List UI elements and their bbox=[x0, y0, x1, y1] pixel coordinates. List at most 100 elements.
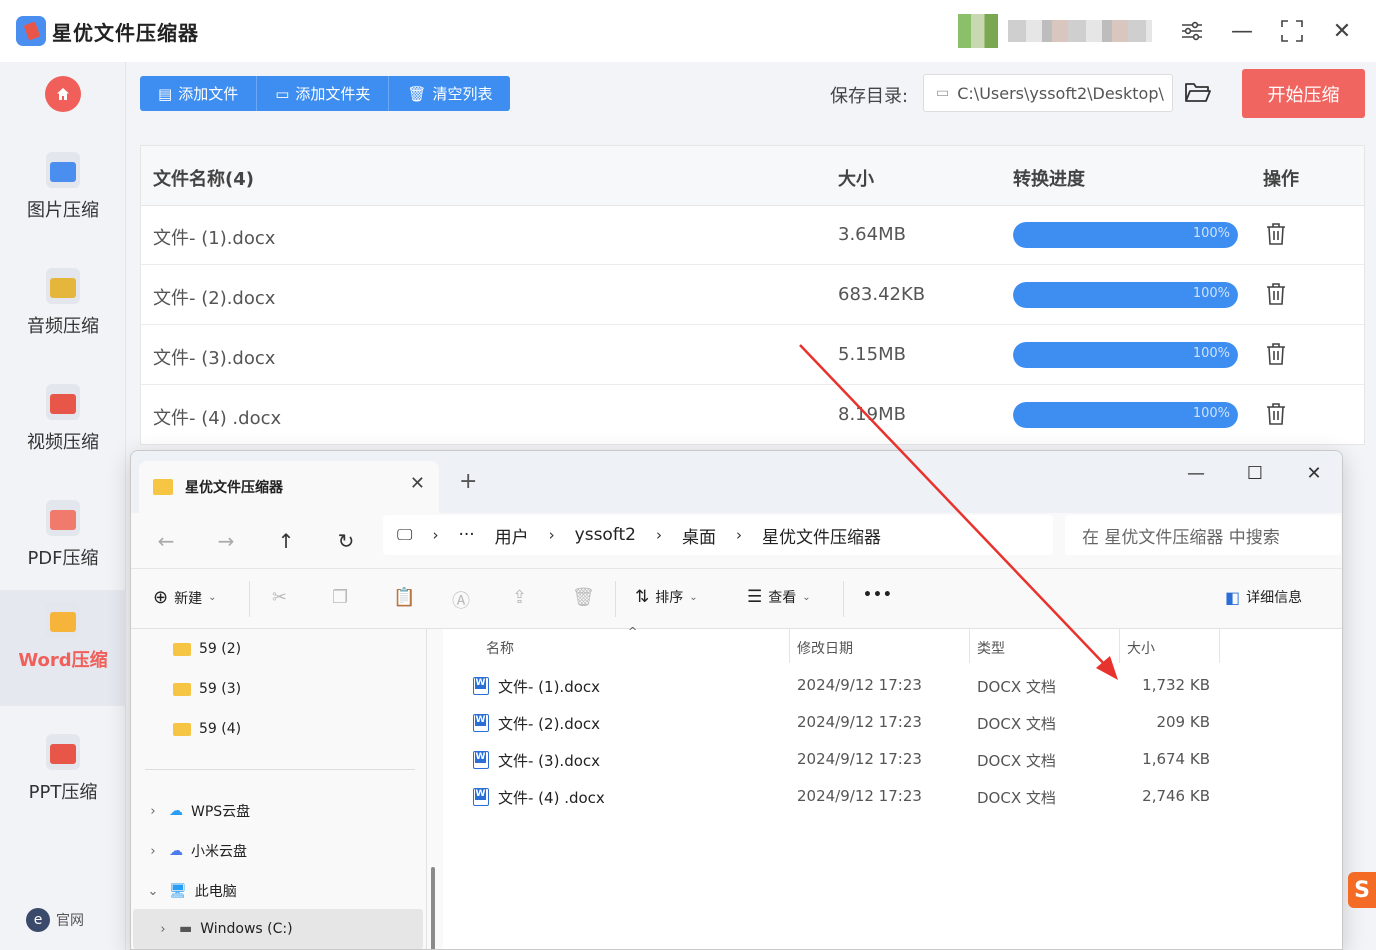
sidebar-item-image[interactable]: 图片压缩 bbox=[0, 140, 126, 256]
up-icon[interactable]: ↑ bbox=[271, 527, 301, 555]
app-logo-icon bbox=[16, 16, 46, 46]
back-icon[interactable]: ← bbox=[151, 527, 181, 555]
tree-item-label: 小米云盘 bbox=[191, 844, 247, 860]
sliders-icon[interactable] bbox=[1177, 16, 1207, 46]
forward-icon[interactable]: → bbox=[211, 527, 241, 555]
tree-item-drive-c[interactable]: › ▬ Windows (C:) bbox=[155, 921, 292, 937]
list-item[interactable]: 文件- (2).docx 2024/9/12 17:23 DOCX 文档 209… bbox=[443, 704, 1342, 741]
copy-icon[interactable]: ❐ bbox=[332, 587, 348, 608]
delete-icon[interactable] bbox=[1265, 222, 1287, 246]
list-item[interactable]: 文件- (1).docx 2024/9/12 17:23 DOCX 文档 1,7… bbox=[443, 667, 1342, 704]
list-item[interactable]: 文件- (4) .docx 2024/9/12 17:23 DOCX 文档 2,… bbox=[443, 778, 1342, 815]
list-item[interactable]: 文件- (3).docx 2024/9/12 17:23 DOCX 文档 1,6… bbox=[443, 741, 1342, 778]
explorer-search-input[interactable]: 在 星优文件压缩器 中搜索 bbox=[1065, 515, 1341, 555]
column-separator bbox=[969, 629, 970, 663]
divider bbox=[249, 581, 250, 617]
rename-icon[interactable]: Ⓐ bbox=[452, 587, 470, 613]
divider bbox=[843, 581, 844, 617]
col-size-header[interactable]: 大小 bbox=[1127, 638, 1155, 658]
breadcrumb-current[interactable]: 星优文件压缩器 bbox=[762, 523, 881, 548]
delete-icon[interactable] bbox=[1265, 342, 1287, 366]
share-icon[interactable]: ⇪ bbox=[512, 587, 527, 608]
breadcrumb-yssoft2[interactable]: yssoft2 bbox=[575, 525, 636, 545]
sidebar-item-pdf[interactable]: PDF压缩 bbox=[0, 488, 126, 604]
chevron-down-icon[interactable]: ⌄ bbox=[145, 884, 161, 899]
cloud-icon: ☁ bbox=[169, 843, 183, 859]
delete-icon[interactable] bbox=[1265, 282, 1287, 306]
tree-item-this-pc[interactable]: ⌄ 🖥 此电脑 bbox=[145, 881, 237, 901]
close-button[interactable]: ✕ bbox=[1327, 16, 1357, 46]
new-button[interactable]: ⊕ 新建 ⌄ bbox=[153, 587, 216, 608]
add-folder-button[interactable]: ▭ 添加文件夹 bbox=[257, 76, 390, 111]
explorer-minimize-button[interactable]: — bbox=[1181, 459, 1211, 487]
tree-item-label: 59 (2) bbox=[199, 641, 242, 657]
tree-item-mi-cloud[interactable]: › ☁ 小米云盘 bbox=[145, 841, 247, 861]
tree-item-wps-cloud[interactable]: › ☁ WPS云盘 bbox=[145, 801, 250, 821]
add-file-button[interactable]: ▤ 添加文件 bbox=[140, 76, 258, 111]
file-explorer-window: 星优文件压缩器 ✕ + — ☐ ✕ ← → ↑ ↻ 🖵 › ··· 用户 › y… bbox=[130, 450, 1343, 950]
sidebar-item-word[interactable]: Word压缩 bbox=[0, 590, 126, 706]
chevron-right-icon[interactable]: › bbox=[145, 844, 161, 859]
breadcrumb-users[interactable]: 用户 bbox=[495, 523, 529, 548]
table-row: 文件- (2).docx 683.42KB 100% bbox=[141, 265, 1364, 325]
tree-item-folder[interactable]: 59 (3) bbox=[173, 681, 241, 697]
close-tab-icon[interactable]: ✕ bbox=[410, 473, 425, 494]
nav-scrollbar[interactable] bbox=[431, 867, 435, 949]
breadcrumb-separator: › bbox=[548, 526, 555, 544]
sort-button[interactable]: ⇅ 排序 ⌄ bbox=[635, 587, 698, 607]
start-compress-button[interactable]: 开始压缩 bbox=[1242, 69, 1365, 118]
col-name-header[interactable]: 名称 bbox=[486, 638, 514, 658]
sort-icon: ⇅ bbox=[635, 587, 650, 607]
view-button[interactable]: ☰ 查看 ⌄ bbox=[747, 587, 811, 607]
home-button[interactable] bbox=[45, 76, 81, 112]
chevron-down-icon: ⌄ bbox=[208, 592, 217, 603]
tree-item-folder[interactable]: 59 (4) bbox=[173, 721, 241, 737]
sidebar-item-ppt[interactable]: PPT压缩 bbox=[0, 722, 126, 838]
explorer-close-button[interactable]: ✕ bbox=[1299, 459, 1329, 487]
official-site-link[interactable]: e 官网 bbox=[26, 908, 84, 932]
tree-item-folder[interactable]: 59 (2) bbox=[173, 641, 241, 657]
open-folder-icon bbox=[1185, 83, 1211, 102]
minimize-button[interactable]: — bbox=[1227, 16, 1257, 46]
cut-icon[interactable]: ✂ bbox=[272, 587, 287, 608]
clear-list-button[interactable]: 🗑 清空列表 bbox=[389, 76, 511, 111]
add-file-label: 添加文件 bbox=[178, 85, 239, 103]
app-title: 星优文件压缩器 bbox=[52, 21, 199, 45]
address-bar[interactable]: 🖵 › ··· 用户 › yssoft2 › 桌面 › 星优文件压缩器 bbox=[383, 515, 1053, 555]
sidebar-item-video[interactable]: 视频压缩 bbox=[0, 372, 126, 488]
refresh-icon[interactable]: ↻ bbox=[331, 527, 361, 555]
avatar[interactable] bbox=[958, 14, 998, 48]
file-modified: 2024/9/12 17:23 bbox=[797, 750, 922, 768]
file-size: 5.15MB bbox=[838, 344, 906, 365]
new-tab-button[interactable]: + bbox=[459, 469, 477, 494]
sidebar-item-audio[interactable]: 音频压缩 bbox=[0, 256, 126, 372]
explorer-maximize-button[interactable]: ☐ bbox=[1240, 459, 1270, 487]
file-size: 3.64MB bbox=[838, 224, 906, 245]
add-folder-label: 添加文件夹 bbox=[295, 85, 371, 103]
username-blurred bbox=[1008, 20, 1152, 42]
delete-icon[interactable]: 🗑 bbox=[572, 587, 595, 608]
divider bbox=[615, 581, 616, 617]
chevron-right-icon[interactable]: › bbox=[155, 922, 171, 937]
col-modified-header[interactable]: 修改日期 bbox=[797, 638, 853, 658]
explorer-tab[interactable]: 星优文件压缩器 ✕ bbox=[139, 461, 439, 513]
details-pane-button[interactable]: ◧ 详细信息 bbox=[1225, 587, 1302, 607]
breadcrumb-desktop[interactable]: 桌面 bbox=[682, 523, 716, 548]
folder-icon: ▭ bbox=[275, 84, 290, 103]
col-type-header[interactable]: 类型 bbox=[977, 638, 1005, 658]
open-folder-button[interactable] bbox=[1184, 80, 1214, 106]
paste-icon[interactable]: 📋 bbox=[393, 587, 415, 608]
pc-icon: 🖵 bbox=[397, 525, 413, 544]
progress-label: 100% bbox=[1192, 286, 1230, 301]
list-header: 名称 ^ 修改日期 类型 大小 bbox=[443, 625, 1342, 665]
ime-floating-icon[interactable]: S bbox=[1348, 872, 1376, 908]
breadcrumb-more[interactable]: ··· bbox=[458, 525, 474, 545]
save-dir-input[interactable]: ▭ C:\Users\yssoft2\Desktop\ bbox=[923, 74, 1173, 112]
word-doc-icon bbox=[473, 751, 489, 769]
maximize-button[interactable] bbox=[1277, 16, 1307, 46]
more-options-button[interactable]: ••• bbox=[863, 587, 893, 603]
chevron-right-icon[interactable]: › bbox=[145, 804, 161, 819]
delete-icon[interactable] bbox=[1265, 402, 1287, 426]
save-dir-path: C:\Users\yssoft2\Desktop\ bbox=[957, 83, 1164, 103]
file-size: 209 KB bbox=[1156, 713, 1210, 731]
